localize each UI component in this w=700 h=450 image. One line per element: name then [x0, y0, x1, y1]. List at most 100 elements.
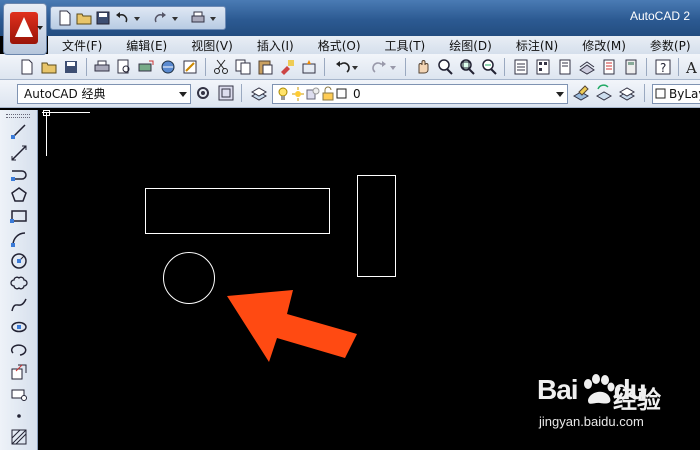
layers-toolbar: AutoCAD 经典 0 ByLay: [0, 80, 700, 108]
point-icon[interactable]: [10, 407, 28, 425]
insert-block-icon[interactable]: [10, 363, 28, 381]
layer-states-icon[interactable]: [618, 84, 636, 102]
undo-dropdown-icon[interactable]: [133, 10, 149, 26]
3d-print-icon[interactable]: [159, 58, 177, 76]
redo-dropdown-icon[interactable]: [388, 58, 398, 76]
lightbulb-icon: [278, 87, 288, 100]
open-icon[interactable]: [76, 10, 92, 26]
polygon-icon[interactable]: [10, 186, 28, 204]
color-value: ByLay: [669, 87, 700, 101]
layer-properties-icon[interactable]: [250, 84, 268, 102]
ellipse-icon[interactable]: [10, 318, 28, 336]
redo-icon[interactable]: [370, 58, 388, 76]
layer-select[interactable]: 0: [272, 84, 568, 104]
window-title: AutoCAD 2: [629, 9, 690, 23]
layer-name: 0: [353, 87, 361, 101]
color-swatch-icon: [336, 88, 347, 99]
menu-insert[interactable]: 插入(I): [243, 37, 304, 54]
hatch-icon[interactable]: [10, 428, 28, 446]
match-properties-icon[interactable]: [278, 58, 296, 76]
watermark-url: jingyan.baidu.com: [539, 414, 644, 429]
cut-icon[interactable]: [212, 58, 230, 76]
zoom-previous-icon[interactable]: [480, 58, 498, 76]
zoom-realtime-icon[interactable]: [436, 58, 454, 76]
workspace-value: AutoCAD 经典: [24, 87, 106, 101]
sun-icon: [292, 87, 304, 101]
workspace-save-icon[interactable]: [217, 84, 235, 102]
undo-icon[interactable]: [114, 10, 130, 26]
print-icon[interactable]: [190, 10, 206, 26]
chevron-down-icon: [179, 92, 187, 97]
menu-view[interactable]: 视图(V): [177, 37, 243, 54]
application-menu-button[interactable]: [3, 3, 47, 55]
chevron-down-icon: [556, 92, 564, 97]
circle[interactable]: [163, 252, 215, 304]
menu-edit[interactable]: 编辑(E): [112, 37, 177, 54]
redo-dropdown-icon[interactable]: [171, 10, 187, 26]
new-icon[interactable]: [57, 10, 73, 26]
markup-icon[interactable]: [600, 58, 618, 76]
ellipse-arc-icon[interactable]: [10, 341, 28, 359]
polyline-icon[interactable]: [10, 166, 28, 184]
menu-dimension[interactable]: 标注(N): [502, 37, 568, 54]
toolbar-grip[interactable]: [6, 114, 30, 118]
vertical-rectangle[interactable]: [357, 175, 396, 277]
block-editor-icon[interactable]: [300, 58, 318, 76]
toolbar-separator: [504, 58, 505, 76]
help-icon[interactable]: ?: [654, 58, 672, 76]
spline-icon[interactable]: [10, 296, 28, 314]
color-control-select[interactable]: ByLay: [652, 84, 700, 104]
menu-format[interactable]: 格式(O): [304, 37, 371, 54]
ucs-y-axis: [46, 112, 47, 156]
draw-toolbar: [0, 110, 38, 450]
text-style-icon[interactable]: A: [684, 58, 700, 76]
construction-line-icon[interactable]: [10, 144, 28, 162]
circle-icon[interactable]: [10, 252, 28, 270]
toolbar-separator: [405, 58, 406, 76]
workspace-select[interactable]: AutoCAD 经典: [17, 84, 191, 104]
calculator-icon[interactable]: [622, 58, 640, 76]
save-icon[interactable]: [62, 58, 80, 76]
open-icon[interactable]: [40, 58, 58, 76]
page-setup-icon[interactable]: [181, 58, 199, 76]
tool-palettes-icon[interactable]: [556, 58, 574, 76]
menu-file[interactable]: 文件(F): [48, 37, 112, 54]
standard-toolbar: ? A: [0, 54, 700, 80]
watermark-cn: 经验: [613, 386, 661, 414]
workspace-settings-icon[interactable]: [194, 84, 212, 102]
horizontal-rectangle[interactable]: [145, 188, 330, 234]
publish-icon[interactable]: [137, 58, 155, 76]
customize-dropdown-icon[interactable]: [209, 10, 225, 26]
make-current-layer-icon[interactable]: [572, 84, 590, 102]
undo-dropdown-icon[interactable]: [350, 58, 360, 76]
new-icon[interactable]: [18, 58, 36, 76]
toolbar-separator: [241, 84, 242, 102]
design-center-icon[interactable]: [534, 58, 552, 76]
line-icon[interactable]: [10, 122, 28, 140]
arc-icon[interactable]: [10, 230, 28, 248]
menu-draw[interactable]: 绘图(D): [435, 37, 502, 54]
save-icon[interactable]: [95, 10, 111, 26]
toolbar-separator: [646, 58, 647, 76]
pan-icon[interactable]: [414, 58, 432, 76]
menu-tools[interactable]: 工具(T): [371, 37, 436, 54]
copy-icon[interactable]: [234, 58, 252, 76]
unlock-icon: [322, 86, 334, 101]
rectangle-icon[interactable]: [10, 207, 28, 225]
make-block-icon[interactable]: [10, 385, 28, 403]
paw-icon: [584, 374, 615, 404]
layer-previous-icon[interactable]: [595, 84, 613, 102]
menu-modify[interactable]: 修改(M): [568, 37, 636, 54]
paste-icon[interactable]: [256, 58, 274, 76]
revision-cloud-icon[interactable]: [10, 274, 28, 292]
chevron-down-icon: [37, 26, 43, 30]
sheet-set-icon[interactable]: [578, 58, 596, 76]
plot-preview-icon[interactable]: [115, 58, 133, 76]
plot-icon[interactable]: [93, 58, 111, 76]
menu-parametric[interactable]: 参数(P): [636, 37, 700, 54]
properties-icon[interactable]: [512, 58, 530, 76]
zoom-window-icon[interactable]: [458, 58, 476, 76]
toolbar-separator: [324, 58, 325, 76]
ucs-x-axis: [42, 112, 90, 113]
redo-icon[interactable]: [152, 10, 168, 26]
